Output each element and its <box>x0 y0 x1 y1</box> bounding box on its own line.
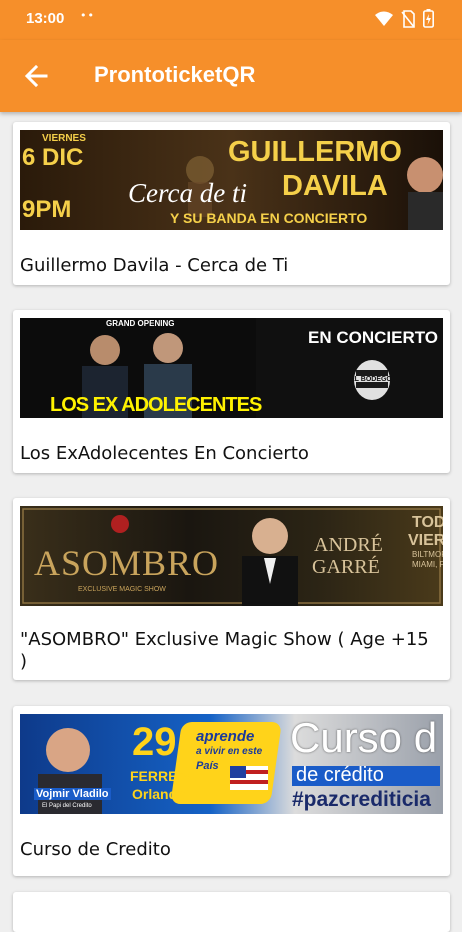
event-title[interactable]: Curso de Credito <box>20 839 440 861</box>
banner-show-sub: EXCLUSIVE MAGIC SHOW <box>78 586 166 593</box>
banner-name-1: ANDRÉ <box>314 534 383 556</box>
banner-promo-3: País <box>196 760 219 772</box>
banner-right-1: TODOS <box>412 514 443 531</box>
event-title[interactable]: "ASOMBRO" Exclusive Magic Show ( Age +15… <box>20 629 440 673</box>
back-arrow-icon[interactable] <box>20 60 52 92</box>
event-banner-image[interactable]: ASOMBRO EXCLUSIVE MAGIC SHOW ANDRÉ GARRÉ… <box>20 506 443 606</box>
banner-day: 29 <box>132 720 177 764</box>
banner-right-text: EN CONCIERTO <box>308 328 439 347</box>
event-card[interactable]: 29 FERRERO Orlando aprende a vivir en es… <box>13 706 450 876</box>
banner-month: DIC <box>42 144 84 171</box>
event-card[interactable]: VIERNES 6 DIC 9PM GUILLERMO DAVILA Cerca… <box>13 122 450 285</box>
banner-time: 9PM <box>22 196 72 223</box>
event-title[interactable]: Los ExAdolecentes En Concierto <box>20 443 440 465</box>
banner-city: Orlando <box>132 786 186 802</box>
banner-show-name: ASOMBRO <box>34 543 220 583</box>
banner-credito: de crédito <box>296 764 384 786</box>
event-card[interactable] <box>13 892 450 932</box>
banner-day-name: VIERNES <box>42 133 86 144</box>
no-sim-icon <box>401 9 415 28</box>
notification-dots: •• <box>80 9 95 22</box>
banner-curso: Curso d <box>290 714 438 761</box>
banner-script: Cerca de ti <box>128 178 247 208</box>
banner-headline-2: DAVILA <box>282 170 388 202</box>
banner-hashtag: #pazcrediticia <box>292 788 431 811</box>
banner-logo-text: EL BODEGON <box>350 376 397 383</box>
banner-right-3: BILTMORE <box>412 550 443 559</box>
event-card[interactable]: GRAND OPENING LOS EX ADOLECENTES EN CONC… <box>13 310 450 473</box>
event-card[interactable]: ASOMBRO EXCLUSIVE MAGIC SHOW ANDRÉ GARRÉ… <box>13 498 450 680</box>
status-icons <box>375 9 434 28</box>
banner-person-sub: El Papi del Credito <box>42 803 92 809</box>
banner-promo-2: a vivir en este <box>196 746 263 757</box>
event-banner-image[interactable]: 29 FERRERO Orlando aprende a vivir en es… <box>20 714 443 814</box>
battery-charging-icon <box>423 9 434 28</box>
banner-top-text: GRAND OPENING <box>106 319 175 328</box>
banner-headline-1: GUILLERMO <box>228 136 402 168</box>
banner-day-number: 6 <box>22 144 36 171</box>
banner-right-2: VIERN <box>408 532 443 549</box>
banner-month: FERRERO <box>130 768 199 784</box>
banner-subline: Y SU BANDA EN CONCIERTO <box>170 210 368 226</box>
wifi-icon <box>375 11 393 26</box>
event-banner-image[interactable]: VIERNES 6 DIC 9PM GUILLERMO DAVILA Cerca… <box>20 130 443 230</box>
banner-band-name: LOS EX ADOLECENTES <box>50 394 262 416</box>
event-banner-image[interactable]: GRAND OPENING LOS EX ADOLECENTES EN CONC… <box>20 318 443 418</box>
banner-right-4: MIAMI, F <box>412 560 443 569</box>
app-bar: ProntoticketQR <box>0 40 462 112</box>
banner-promo-1: aprende <box>196 728 255 745</box>
event-title[interactable]: Guillermo Davila - Cerca de Ti <box>20 255 440 277</box>
banner-name-2: GARRÉ <box>312 556 380 578</box>
status-time: 13:00 <box>26 10 65 27</box>
page-title: ProntoticketQR <box>94 62 256 87</box>
status-bar: 13:00 •• <box>0 0 462 40</box>
banner-person: Vojmir Vladilo <box>34 788 111 800</box>
